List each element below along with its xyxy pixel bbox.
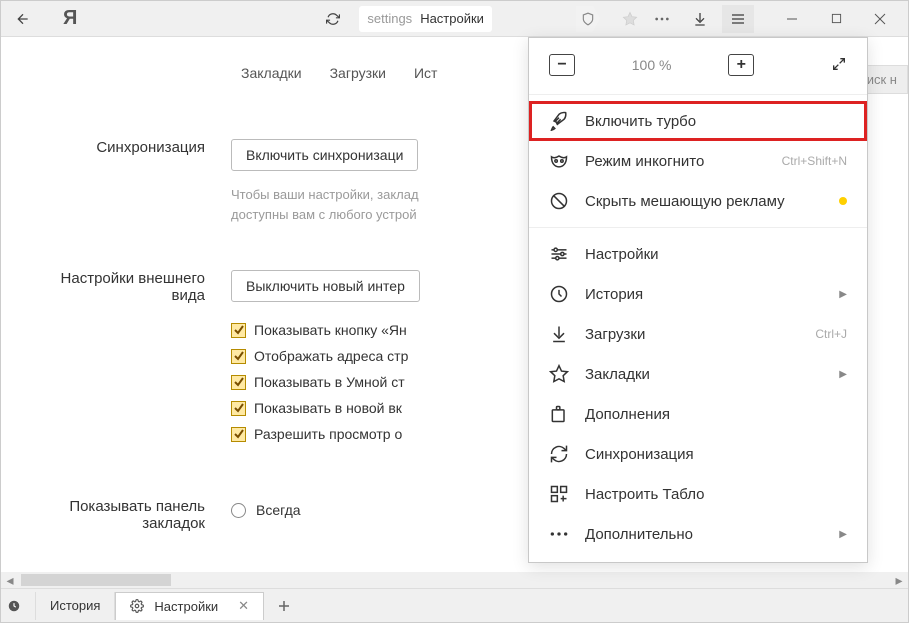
- checkbox-label: Показывать в Умной ст: [254, 374, 405, 390]
- horizontal-scrollbar[interactable]: ◂ ▸: [1, 572, 908, 588]
- menu-item-label: Режим инкогнито: [585, 153, 766, 170]
- menu-item-label: Закладки: [585, 366, 823, 383]
- tab-label: История: [50, 598, 100, 613]
- checkbox-label: Показывать кнопку «Ян: [254, 322, 407, 338]
- menu-item-downloads[interactable]: Загрузки Ctrl+J: [529, 314, 867, 354]
- scroll-right-icon[interactable]: ▸: [890, 572, 908, 589]
- clock-icon: [7, 599, 21, 613]
- star-icon: [549, 364, 569, 384]
- menu-item-bookmarks[interactable]: Закладки ▶: [529, 354, 867, 394]
- menu-item-tableau[interactable]: Настроить Табло: [529, 474, 867, 514]
- downloads-icon[interactable]: [684, 5, 716, 33]
- sliders-icon: [549, 244, 569, 264]
- main-menu: − 100 % + Включить турбо Режим инкогнито…: [528, 37, 868, 563]
- history-icon: [549, 284, 569, 304]
- fullscreen-icon[interactable]: [831, 56, 847, 75]
- address-title: Настройки: [420, 11, 484, 26]
- checkbox-checked-icon[interactable]: [231, 427, 246, 442]
- menu-item-label: Дополнительно: [585, 526, 823, 543]
- shield-icon[interactable]: [576, 6, 600, 32]
- puzzle-icon: [549, 404, 569, 424]
- block-icon: [549, 191, 569, 211]
- menu-item-more[interactable]: Дополнительно ▶: [529, 514, 867, 554]
- menu-item-hide-ads[interactable]: Скрыть мешающую рекламу: [529, 181, 867, 221]
- menu-icon[interactable]: [722, 5, 754, 33]
- zoom-controls: − 100 % +: [529, 46, 867, 88]
- menu-item-label: Синхронизация: [585, 446, 847, 463]
- menu-item-label: Загрузки: [585, 326, 799, 343]
- menu-item-incognito[interactable]: Режим инкогнито Ctrl+Shift+N: [529, 141, 867, 181]
- address-bar[interactable]: settings Настройки: [359, 6, 492, 32]
- menu-item-addons[interactable]: Дополнения: [529, 394, 867, 434]
- tab-bookmarks[interactable]: Закладки: [241, 65, 302, 81]
- menu-item-settings[interactable]: Настройки: [529, 234, 867, 274]
- menu-shortcut: Ctrl+J: [815, 327, 847, 341]
- tab-downloads[interactable]: Загрузки: [330, 65, 386, 81]
- checkbox-label: Разрешить просмотр о: [254, 426, 402, 442]
- menu-item-label: Скрыть мешающую рекламу: [585, 193, 823, 210]
- back-button[interactable]: [7, 5, 39, 33]
- reload-button[interactable]: [317, 5, 349, 33]
- chevron-right-icon: ▶: [839, 529, 847, 540]
- bookmark-star-icon[interactable]: [614, 5, 646, 33]
- download-icon: [549, 324, 569, 344]
- toolbar: Я settings Настройки: [1, 1, 908, 37]
- minimize-button[interactable]: [770, 5, 814, 33]
- zoom-value: 100 %: [632, 57, 672, 73]
- section-label: Показывать панель закладок: [31, 498, 231, 532]
- gear-icon: [130, 599, 144, 613]
- checkbox-label: Показывать в новой вк: [254, 400, 402, 416]
- status-dot-icon: [839, 197, 847, 205]
- menu-item-label: Включить турбо: [585, 113, 847, 130]
- section-label: Настройки внешнего вида: [31, 270, 231, 452]
- mask-icon: [549, 151, 569, 171]
- menu-item-sync[interactable]: Синхронизация: [529, 434, 867, 474]
- menu-item-label: История: [585, 286, 823, 303]
- tab-history[interactable]: Ист: [414, 65, 437, 81]
- bottom-tab-history[interactable]: История: [36, 592, 115, 620]
- menu-item-label: Дополнения: [585, 406, 847, 423]
- menu-item-turbo[interactable]: Включить турбо: [529, 101, 867, 141]
- more-icon[interactable]: [646, 5, 678, 33]
- grid-plus-icon: [549, 484, 569, 504]
- checkbox-checked-icon[interactable]: [231, 401, 246, 416]
- menu-item-history[interactable]: История ▶: [529, 274, 867, 314]
- section-label: Синхронизация: [31, 139, 231, 224]
- sync-icon: [549, 444, 569, 464]
- new-tab-button[interactable]: [264, 592, 304, 620]
- chevron-right-icon: ▶: [839, 369, 847, 380]
- chevron-right-icon: ▶: [839, 289, 847, 300]
- checkbox-label: Отображать адреса стр: [254, 348, 408, 364]
- zoom-in-button[interactable]: +: [728, 54, 754, 76]
- yandex-logo[interactable]: Я: [53, 7, 87, 30]
- plus-icon: [278, 600, 290, 612]
- menu-item-label: Настройки: [585, 246, 847, 263]
- enable-sync-button[interactable]: Включить синхронизаци: [231, 139, 418, 171]
- menu-shortcut: Ctrl+Shift+N: [782, 154, 847, 168]
- zoom-out-button[interactable]: −: [549, 54, 575, 76]
- bottom-tab-settings[interactable]: Настройки ✕: [115, 592, 264, 620]
- menu-item-label: Настроить Табло: [585, 486, 847, 503]
- maximize-button[interactable]: [814, 5, 858, 33]
- close-tab-icon[interactable]: ✕: [238, 598, 249, 614]
- disable-new-interface-button[interactable]: Выключить новый интер: [231, 270, 420, 302]
- radio-icon[interactable]: [231, 503, 246, 518]
- checkbox-checked-icon[interactable]: [231, 349, 246, 364]
- bottom-tab-status[interactable]: [1, 592, 36, 620]
- checkbox-checked-icon[interactable]: [231, 375, 246, 390]
- radio-label: Всегда: [256, 502, 301, 518]
- scrollbar-thumb[interactable]: [21, 574, 171, 586]
- tab-label: Настройки: [154, 599, 218, 614]
- close-button[interactable]: [858, 5, 902, 33]
- address-path: settings: [367, 11, 412, 26]
- more-icon: [549, 524, 569, 544]
- scrollbar-track[interactable]: [21, 574, 888, 586]
- rocket-icon: [549, 111, 569, 131]
- scroll-left-icon[interactable]: ◂: [1, 572, 19, 589]
- checkbox-checked-icon[interactable]: [231, 323, 246, 338]
- bottom-tab-bar: История Настройки ✕: [1, 588, 908, 622]
